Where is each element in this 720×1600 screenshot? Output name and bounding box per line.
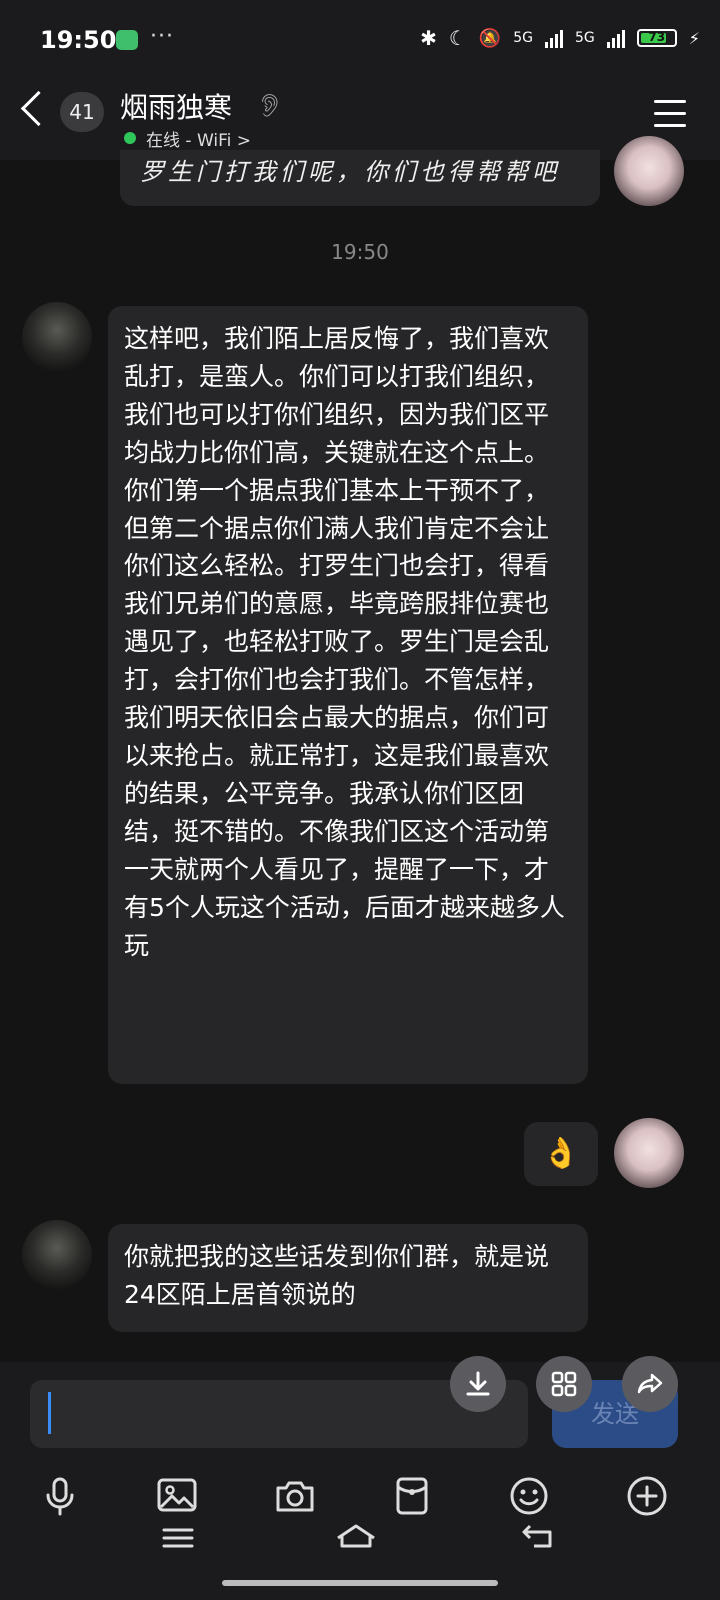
message-text-last: 你就把我的这些话发到你们群，就是说24区陌上居首领说的: [124, 1242, 550, 1309]
home-indicator[interactable]: [222, 1580, 498, 1586]
contact-name[interactable]: 烟雨独寒: [120, 86, 232, 126]
download-button[interactable]: [450, 1356, 506, 1412]
message-bubble-last[interactable]: 你就把我的这些话发到你们群，就是说24区陌上居首领说的: [108, 1224, 588, 1332]
unread-count-badge[interactable]: 41: [60, 92, 104, 132]
chat-header: [0, 84, 720, 160]
recents-icon[interactable]: [160, 1526, 196, 1550]
more-button[interactable]: [625, 1474, 669, 1518]
message-text-long: 这样吧，我们陌上居反悔了，我们喜欢乱打，是蛮人。你们可以打我们组织，我们也可以打…: [124, 324, 565, 960]
my-avatar-2[interactable]: [614, 1118, 684, 1188]
forward-icon: [637, 1373, 663, 1394]
battery-icon: 73: [636, 29, 677, 47]
red-packet-button[interactable]: [390, 1474, 434, 1518]
online-status-text[interactable]: 在线 - WiFi >: [146, 126, 251, 151]
home-icon[interactable]: [334, 1522, 378, 1550]
signal-5g-label-2: 5G: [575, 30, 595, 46]
mute-icon: 🔕: [478, 27, 502, 49]
message-text-partial: 罗生门打我们呢，你们也得帮帮吧: [140, 158, 560, 186]
moon-icon: ☾: [448, 26, 467, 50]
status-icons: ✱ ☾ 🔕 5G 5G 73 ⚡: [420, 26, 700, 50]
emoji-icon: [510, 1477, 548, 1515]
red-packet-icon: [396, 1477, 428, 1515]
menu-icon[interactable]: [654, 100, 686, 136]
emoji-button[interactable]: [507, 1474, 551, 1518]
my-avatar[interactable]: [614, 136, 684, 206]
grid-icon: [551, 1371, 577, 1397]
signal-bars-icon: [545, 28, 563, 48]
system-nav-bar: [0, 1522, 720, 1600]
image-icon: [157, 1478, 197, 1512]
plus-icon: [627, 1476, 667, 1516]
status-time: 19:50: [40, 26, 117, 54]
charging-icon: ⚡: [688, 28, 700, 48]
contact-avatar-2[interactable]: [22, 1220, 92, 1290]
camera-icon: [276, 1481, 314, 1512]
more-notifications-icon: ···: [150, 24, 174, 49]
message-bubble-long[interactable]: 这样吧，我们陌上居反悔了，我们喜欢乱打，是蛮人。你们可以打我们组织，我们也可以打…: [108, 306, 588, 1084]
microphone-icon: [46, 1477, 74, 1516]
text-cursor: [48, 1392, 51, 1434]
message-bubble-emoji[interactable]: 👌: [524, 1122, 598, 1186]
image-button[interactable]: [155, 1474, 199, 1518]
voice-button[interactable]: [38, 1474, 82, 1518]
message-timestamp: 19:50: [331, 240, 389, 264]
multi-select-button[interactable]: [536, 1356, 592, 1412]
earpiece-mode-icon: 👂︎: [256, 94, 284, 119]
bluetooth-icon: ✱: [420, 26, 437, 50]
camera-button[interactable]: [273, 1474, 317, 1518]
online-status-dot: [124, 132, 136, 144]
signal-bars-icon-2: [606, 28, 625, 48]
download-icon: [466, 1371, 490, 1396]
wechat-notification-icon: [116, 30, 138, 50]
forward-button[interactable]: [622, 1356, 678, 1412]
contact-avatar[interactable]: [22, 302, 92, 372]
back-nav-icon[interactable]: [520, 1522, 560, 1550]
signal-5g-label: 5G: [513, 30, 533, 46]
